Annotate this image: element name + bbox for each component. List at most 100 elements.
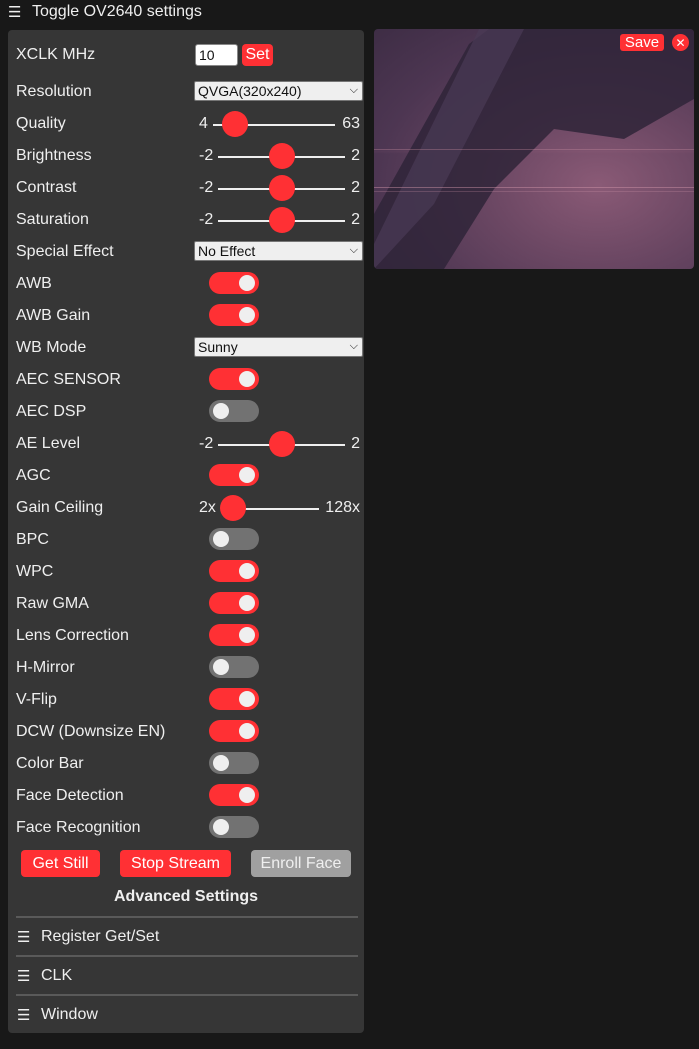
special-effect-select[interactable]: No Effect ⌵ bbox=[194, 241, 363, 261]
toggle-knob bbox=[239, 787, 255, 803]
resolution-select[interactable]: QVGA(320x240) ⌵ bbox=[194, 81, 363, 101]
awb-gain-toggle[interactable] bbox=[209, 304, 259, 326]
color-bar-row: Color Bar bbox=[16, 751, 360, 777]
agc-toggle[interactable] bbox=[209, 464, 259, 486]
h-mirror-toggle[interactable] bbox=[209, 656, 259, 678]
toggle-knob bbox=[239, 723, 255, 739]
wpc-row: WPC bbox=[16, 559, 360, 585]
wb-mode-select[interactable]: Sunny ⌵ bbox=[194, 337, 363, 357]
awb-gain-label: AWB Gain bbox=[16, 307, 91, 324]
hamburger-icon: ☰ bbox=[17, 928, 31, 946]
section-clk[interactable]: ☰ CLK bbox=[16, 955, 358, 994]
toggle-knob bbox=[239, 371, 255, 387]
face-recognition-label: Face Recognition bbox=[16, 819, 141, 836]
color-bar-toggle[interactable] bbox=[209, 752, 259, 774]
ae-level-min: -2 bbox=[199, 435, 214, 452]
toggle-settings-header[interactable]: ☰ Toggle OV2640 settings bbox=[8, 2, 202, 22]
ae-level-slider[interactable]: -2 2 bbox=[195, 431, 360, 457]
chevron-down-icon: ⌵ bbox=[349, 244, 358, 256]
gain-ceiling-slider[interactable]: 2x 128x bbox=[195, 495, 360, 521]
aec-dsp-toggle[interactable] bbox=[209, 400, 259, 422]
toggle-knob bbox=[239, 691, 255, 707]
gain-ceiling-thumb[interactable] bbox=[220, 495, 246, 521]
dcw-label: DCW (Downsize EN) bbox=[16, 723, 166, 740]
save-button[interactable]: Save bbox=[620, 34, 664, 51]
aec-sensor-toggle[interactable] bbox=[209, 368, 259, 390]
aec-sensor-row: AEC SENSOR bbox=[16, 367, 360, 393]
saturation-label: Saturation bbox=[16, 211, 89, 228]
special-effect-label: Special Effect bbox=[16, 243, 114, 260]
enroll-face-button[interactable]: Enroll Face bbox=[251, 850, 351, 877]
ae-level-thumb[interactable] bbox=[269, 431, 295, 457]
contrast-min: -2 bbox=[199, 179, 214, 196]
contrast-slider[interactable]: -2 2 bbox=[195, 175, 360, 201]
brightness-row: Brightness -2 2 bbox=[16, 143, 360, 169]
bpc-label: BPC bbox=[16, 531, 49, 548]
get-still-button[interactable]: Get Still bbox=[21, 850, 100, 877]
awb-toggle[interactable] bbox=[209, 272, 259, 294]
awb-label: AWB bbox=[16, 275, 52, 292]
contrast-row: Contrast -2 2 bbox=[16, 175, 360, 201]
xclk-input[interactable]: 10 bbox=[195, 44, 238, 66]
toggle-knob bbox=[239, 467, 255, 483]
brightness-label: Brightness bbox=[16, 147, 92, 164]
brightness-slider[interactable]: -2 2 bbox=[195, 143, 360, 169]
quality-min: 4 bbox=[199, 115, 208, 132]
face-recognition-row: Face Recognition bbox=[16, 815, 360, 841]
saturation-max: 2 bbox=[351, 211, 360, 228]
quality-thumb[interactable] bbox=[222, 111, 248, 137]
brightness-min: -2 bbox=[199, 147, 214, 164]
special-effect-selected: No Effect bbox=[198, 243, 256, 259]
toggle-knob bbox=[213, 755, 229, 771]
wpc-label: WPC bbox=[16, 563, 54, 580]
raw-gma-toggle[interactable] bbox=[209, 592, 259, 614]
close-icon[interactable]: ✕ bbox=[672, 34, 689, 51]
advanced-settings-title: Advanced Settings bbox=[113, 888, 259, 905]
lens-correction-toggle[interactable] bbox=[209, 624, 259, 646]
face-detection-label: Face Detection bbox=[16, 787, 124, 804]
aec-sensor-label: AEC SENSOR bbox=[16, 371, 121, 388]
toggle-knob bbox=[213, 819, 229, 835]
camera-stream-image bbox=[374, 29, 694, 269]
lens-correction-row: Lens Correction bbox=[16, 623, 360, 649]
toggle-knob bbox=[239, 307, 255, 323]
resolution-selected: QVGA(320x240) bbox=[198, 83, 302, 99]
bpc-toggle[interactable] bbox=[209, 528, 259, 550]
gain-ceiling-row: Gain Ceiling 2x 128x bbox=[16, 495, 360, 521]
dcw-toggle[interactable] bbox=[209, 720, 259, 742]
xclk-set-button[interactable]: Set bbox=[242, 44, 273, 66]
ae-level-max: 2 bbox=[351, 435, 360, 452]
saturation-thumb[interactable] bbox=[269, 207, 295, 233]
contrast-label: Contrast bbox=[16, 179, 77, 196]
ae-level-row: AE Level -2 2 bbox=[16, 431, 360, 457]
contrast-thumb[interactable] bbox=[269, 175, 295, 201]
chevron-down-icon: ⌵ bbox=[349, 84, 358, 96]
stop-stream-button[interactable]: Stop Stream bbox=[120, 850, 231, 877]
face-recognition-toggle[interactable] bbox=[209, 816, 259, 838]
section-window[interactable]: ☰ Window bbox=[16, 994, 358, 1033]
v-flip-row: V-Flip bbox=[16, 687, 360, 713]
saturation-slider[interactable]: -2 2 bbox=[195, 207, 360, 233]
saturation-min: -2 bbox=[199, 211, 214, 228]
resolution-row: Resolution QVGA(320x240) ⌵ bbox=[16, 79, 363, 105]
dcw-row: DCW (Downsize EN) bbox=[16, 719, 360, 745]
h-mirror-label: H-Mirror bbox=[16, 659, 75, 676]
quality-slider[interactable]: 4 63 bbox=[195, 111, 360, 137]
toggle-knob bbox=[239, 595, 255, 611]
face-detection-row: Face Detection bbox=[16, 783, 360, 809]
gain-ceiling-max: 128x bbox=[325, 499, 360, 516]
section-register-get-set[interactable]: ☰ Register Get/Set bbox=[16, 916, 358, 955]
raw-gma-row: Raw GMA bbox=[16, 591, 360, 617]
v-flip-toggle[interactable] bbox=[209, 688, 259, 710]
wpc-toggle[interactable] bbox=[209, 560, 259, 582]
agc-label: AGC bbox=[16, 467, 51, 484]
resolution-label: Resolution bbox=[16, 83, 92, 100]
aec-dsp-row: AEC DSP bbox=[16, 399, 360, 425]
face-detection-toggle[interactable] bbox=[209, 784, 259, 806]
ae-level-label: AE Level bbox=[16, 435, 81, 452]
brightness-max: 2 bbox=[351, 147, 360, 164]
toggle-knob bbox=[213, 531, 229, 547]
scanline bbox=[374, 187, 694, 188]
scanline bbox=[374, 191, 694, 192]
brightness-thumb[interactable] bbox=[269, 143, 295, 169]
